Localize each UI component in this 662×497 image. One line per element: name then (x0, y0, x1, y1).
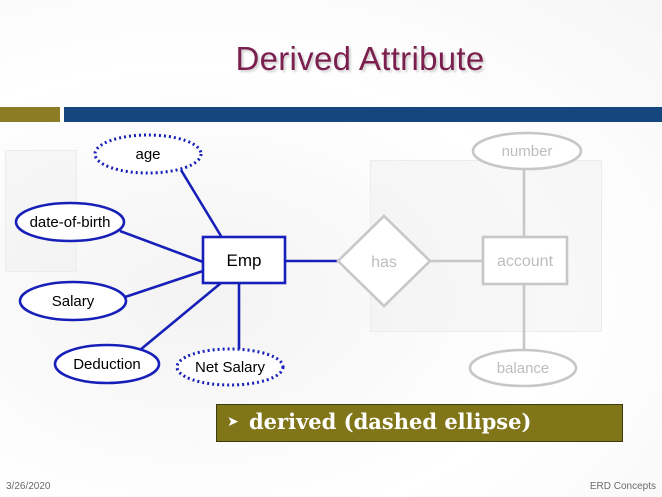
attribute-age-label: age (135, 146, 160, 163)
slide: Derived Attribute age date-of-birth Sala… (0, 0, 662, 497)
arrow-bullet-icon: ➤ (227, 414, 239, 430)
attribute-number-label: number (502, 143, 553, 160)
attribute-date-of-birth-label: date-of-birth (30, 214, 111, 231)
callout-text: derived (dashed ellipse) (249, 409, 532, 434)
line-dob-emp (119, 229, 204, 264)
attribute-balance-label: balance (497, 360, 550, 377)
relationship-has-label: has (371, 254, 397, 271)
line-salary-emp (124, 269, 204, 299)
attribute-salary-label: Salary (52, 293, 95, 310)
entity-emp-label: Emp (227, 251, 262, 270)
attribute-deduction-label: Deduction (73, 356, 141, 373)
footer-date: 3/26/2020 (6, 481, 51, 492)
attribute-net-salary-label: Net Salary (195, 359, 266, 376)
footer-topic: ERD Concepts (589, 481, 656, 492)
line-age-emp (179, 169, 223, 237)
entity-account-label: account (497, 253, 554, 270)
callout-box: ➤ derived (dashed ellipse) (216, 404, 623, 442)
line-deduction-emp (139, 281, 222, 352)
